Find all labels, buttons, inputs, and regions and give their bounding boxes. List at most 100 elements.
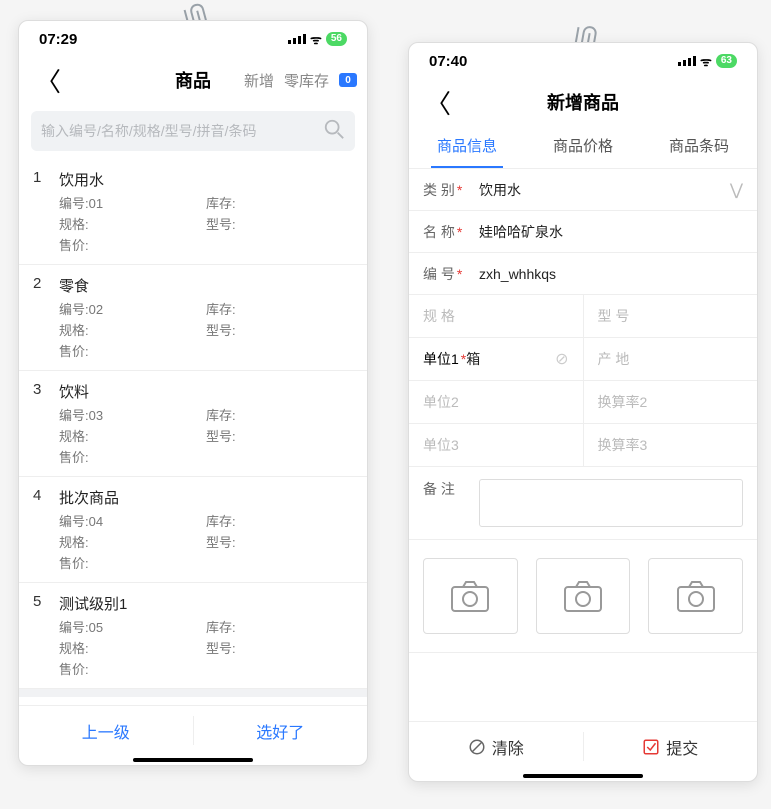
camera-icon <box>676 579 716 613</box>
list-item[interactable]: 3 饮料 编号:03 库存: 规格: 型号: 售价: <box>19 371 367 477</box>
item-name: 饮用水 <box>59 169 104 190</box>
model-field[interactable]: 型 号 <box>584 295 758 337</box>
tab-price[interactable]: 商品价格 <box>547 125 619 168</box>
item-model: 型号: <box>206 638 353 657</box>
add-product-screen: 07:40 ᯤ 63 〈 新增商品 商品信息 商品价格 商品条码 类 别* 饮用… <box>408 42 758 782</box>
category-label: 类 别* <box>423 180 479 200</box>
unit1-label: 单位1* <box>423 349 466 369</box>
clear-button[interactable]: 清除 <box>409 722 583 771</box>
status-bar: 07:29 ᯤ 56 <box>19 21 367 57</box>
status-time: 07:29 <box>39 31 77 48</box>
rate3-field[interactable]: 换算率3 <box>584 424 758 466</box>
tab-bar: 商品信息 商品价格 商品条码 <box>409 125 757 169</box>
item-name: 饮料 <box>59 381 89 402</box>
signal-icon <box>288 34 306 44</box>
spec-field[interactable]: 规 格 <box>409 295 584 337</box>
item-stock: 库存: <box>206 299 353 318</box>
clear-icon[interactable]: ⊘ <box>555 349 568 369</box>
check-icon <box>642 738 660 756</box>
photo-slot-2[interactable] <box>536 558 631 634</box>
search-input[interactable] <box>41 123 323 139</box>
item-name: 零食 <box>59 275 89 296</box>
unit3-label: 单位3 <box>423 435 459 455</box>
item-code: 编号:01 <box>59 193 206 212</box>
add-button[interactable]: 新增 <box>244 70 274 91</box>
unit3-field[interactable]: 单位3 <box>409 424 584 466</box>
category-value: 饮用水 <box>479 180 730 200</box>
battery-badge: 56 <box>326 32 347 46</box>
list-item[interactable]: 2 零食 编号:02 库存: 规格: 型号: 售价: <box>19 265 367 371</box>
item-spec: 规格: <box>59 638 206 657</box>
rate3-label: 换算率3 <box>598 435 648 455</box>
item-stock: 库存: <box>206 405 353 424</box>
search-icon[interactable] <box>323 118 345 145</box>
spec-label: 规 格 <box>423 306 455 326</box>
item-name: 测试级别1 <box>59 593 127 614</box>
notes-label: 备 注 <box>423 479 479 527</box>
unit2-row: 单位2 换算率2 <box>409 381 757 424</box>
code-row[interactable]: 编 号* zxh_whhkqs <box>409 253 757 295</box>
submit-label: 提交 <box>666 735 698 759</box>
wifi-icon: ᯤ <box>310 30 322 48</box>
footer-bar: 清除 提交 <box>409 721 757 771</box>
item-code: 编号:05 <box>59 617 206 636</box>
product-list-screen: 07:29 ᯤ 56 〈 商品 新增 零库存 0 1 饮用水 编号:01 库存: <box>18 20 368 766</box>
camera-icon <box>563 579 603 613</box>
search-box[interactable] <box>31 111 355 151</box>
chevron-down-icon: ⋁ <box>730 180 743 200</box>
home-indicator <box>133 758 253 762</box>
unit3-row: 单位3 换算率3 <box>409 424 757 467</box>
spec-model-row: 规 格 型 号 <box>409 295 757 338</box>
notes-input[interactable] <box>479 479 743 527</box>
rate2-field[interactable]: 换算率2 <box>584 381 758 423</box>
item-price: 售价: <box>59 447 206 466</box>
item-price: 售价: <box>59 235 206 254</box>
list-item[interactable]: 4 批次商品 编号:04 库存: 规格: 型号: 售价: <box>19 477 367 583</box>
clear-label: 清除 <box>492 735 524 759</box>
product-list: 1 饮用水 编号:01 库存: 规格: 型号: 售价: 2 零食 编号:02 库… <box>19 159 367 697</box>
item-model: 型号: <box>206 320 353 339</box>
back-button[interactable]: 〈 <box>29 62 67 99</box>
unit2-field[interactable]: 单位2 <box>409 381 584 423</box>
notes-row: 备 注 <box>409 467 757 540</box>
zero-stock-button[interactable]: 零库存 <box>284 70 329 91</box>
item-model: 型号: <box>206 214 353 233</box>
name-row[interactable]: 名 称* 娃哈哈矿泉水 <box>409 211 757 253</box>
item-spec: 规格: <box>59 214 206 233</box>
navbar: 〈 新增商品 <box>409 79 757 125</box>
list-spacer <box>19 689 367 697</box>
tab-barcode[interactable]: 商品条码 <box>663 125 735 168</box>
origin-label: 产 地 <box>598 349 630 369</box>
status-time: 07:40 <box>429 53 467 70</box>
item-index: 1 <box>33 169 47 190</box>
item-spec: 规格: <box>59 426 206 445</box>
wifi-icon: ᯤ <box>700 52 712 70</box>
status-bar: 07:40 ᯤ 63 <box>409 43 757 79</box>
confirm-button[interactable]: 选好了 <box>194 706 368 755</box>
tab-info[interactable]: 商品信息 <box>431 125 503 168</box>
item-spec: 规格: <box>59 532 206 551</box>
origin-field[interactable]: 产 地 <box>584 338 758 380</box>
item-index: 2 <box>33 275 47 296</box>
list-item[interactable]: 5 测试级别1 编号:05 库存: 规格: 型号: 售价: <box>19 583 367 689</box>
list-item[interactable]: 1 饮用水 编号:01 库存: 规格: 型号: 售价: <box>19 159 367 265</box>
item-stock: 库存: <box>206 511 353 530</box>
unit1-value: 箱 <box>466 349 549 369</box>
unit2-label: 单位2 <box>423 392 459 412</box>
item-stock: 库存: <box>206 617 353 636</box>
photo-slot-1[interactable] <box>423 558 518 634</box>
item-code: 编号:02 <box>59 299 206 318</box>
navbar: 〈 商品 新增 零库存 0 <box>19 57 367 103</box>
item-index: 3 <box>33 381 47 402</box>
battery-badge: 63 <box>716 54 737 68</box>
prev-level-button[interactable]: 上一级 <box>19 706 193 755</box>
unit1-field[interactable]: 单位1* 箱 ⊘ <box>409 338 584 380</box>
submit-button[interactable]: 提交 <box>584 722 758 771</box>
category-row[interactable]: 类 别* 饮用水 ⋁ <box>409 169 757 211</box>
item-index: 4 <box>33 487 47 508</box>
back-button[interactable]: 〈 <box>419 84 457 121</box>
photo-slot-3[interactable] <box>648 558 743 634</box>
photo-row <box>409 540 757 653</box>
item-model: 型号: <box>206 426 353 445</box>
bottom-bar: 上一级 选好了 <box>19 705 367 755</box>
